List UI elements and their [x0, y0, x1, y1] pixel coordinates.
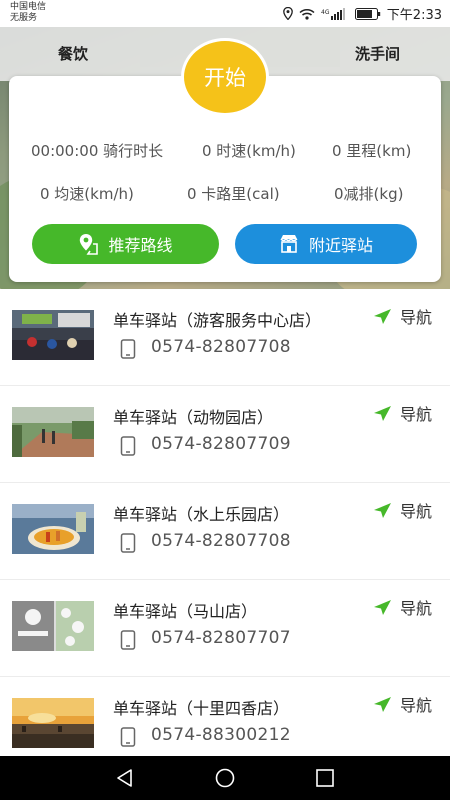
navigation-arrow-icon: [373, 696, 391, 712]
stat-speed: 0 时速(km/h): [202, 142, 296, 160]
navigation-arrow-icon: [373, 405, 391, 421]
navigate-button[interactable]: 导航: [373, 401, 432, 425]
recent-apps-icon[interactable]: [314, 767, 336, 789]
wifi-icon: [299, 8, 315, 20]
carrier-name: 中国电信: [10, 2, 47, 12]
station-photo-water-park: [12, 504, 94, 554]
home-icon[interactable]: [214, 767, 236, 789]
store-icon: [280, 235, 298, 253]
navigate-button[interactable]: 导航: [373, 595, 432, 619]
navigate-label: 导航: [399, 696, 432, 715]
station-row[interactable]: 单车驿站（动物园店） 0574-82807709 导航: [0, 386, 450, 483]
start-ride-button[interactable]: 开始: [181, 38, 269, 116]
station-list[interactable]: 单车驿站（游客服务中心店） 0574-82807708 导航 单车驿站（动物园店…: [0, 289, 450, 756]
station-phone[interactable]: 0574-88300212: [151, 725, 291, 745]
status-bar: 中国电信 无服务 4G 下午2:33: [0, 0, 450, 27]
station-name: 单车驿站（马山店）: [113, 602, 258, 621]
station-photo-mashan: [12, 601, 94, 651]
battery-icon: [354, 7, 380, 20]
filter-dining[interactable]: 餐饮: [58, 43, 88, 64]
stat-ride-duration: 00:00:00 骑行时长: [31, 142, 164, 160]
recommend-route-button[interactable]: 推荐路线: [32, 224, 219, 264]
navigation-arrow-icon: [373, 308, 391, 324]
navigate-label: 导航: [399, 599, 432, 618]
clock: 下午2:33: [386, 8, 442, 23]
navigate-label: 导航: [399, 405, 432, 424]
station-photo-zoo: [12, 407, 94, 457]
navigation-arrow-icon: [373, 502, 391, 518]
navigate-label: 导航: [399, 502, 432, 521]
carrier-info: 中国电信 无服务: [10, 2, 46, 24]
navigate-button[interactable]: 导航: [373, 498, 432, 522]
station-phone[interactable]: 0574-82807708: [151, 337, 291, 357]
service-status: 无服务: [10, 13, 38, 23]
phone-icon: [120, 630, 136, 650]
stat-emission: 0减排(kg): [334, 185, 404, 203]
navigate-button[interactable]: 导航: [373, 692, 432, 716]
stat-calories: 0 卡路里(cal): [187, 185, 280, 203]
station-row[interactable]: 单车驿站（马山店） 0574-82807707 导航: [0, 580, 450, 677]
system-navigation-bar: [0, 756, 450, 800]
station-row[interactable]: 单车驿站（水上乐园店） 0574-82807708 导航: [0, 483, 450, 580]
filter-restroom[interactable]: 洗手间: [355, 43, 400, 64]
station-phone[interactable]: 0574-82807708: [151, 531, 291, 551]
station-phone[interactable]: 0574-82807709: [151, 434, 291, 454]
stat-avg-speed: 0 均速(km/h): [40, 185, 134, 203]
network-badge: 4G: [321, 9, 330, 16]
station-row[interactable]: 单车驿站（十里四香店） 0574-88300212 导航: [0, 677, 450, 756]
station-phone[interactable]: 0574-82807707: [151, 628, 291, 648]
station-name: 单车驿站（动物园店）: [113, 408, 274, 427]
phone-icon: [120, 727, 136, 747]
signal-icon: 4G: [321, 7, 345, 20]
back-icon[interactable]: [114, 767, 136, 789]
location-icon: [282, 7, 293, 20]
nearby-station-button[interactable]: 附近驿站: [235, 224, 417, 264]
station-name: 单车驿站（游客服务中心店）: [113, 311, 322, 330]
status-icons: 4G 下午2:33: [282, 4, 442, 23]
phone-icon: [120, 436, 136, 456]
navigate-button[interactable]: 导航: [373, 304, 432, 328]
nearby-station-label: 附近驿站: [308, 236, 373, 255]
phone-icon: [120, 339, 136, 359]
station-photo-shili: [12, 698, 94, 748]
navigation-arrow-icon: [373, 599, 391, 615]
station-row[interactable]: 单车驿站（游客服务中心店） 0574-82807708 导航: [0, 289, 450, 386]
map-pin-icon: [80, 234, 99, 255]
station-name: 单车驿站（水上乐园店）: [113, 505, 290, 524]
navigate-label: 导航: [399, 308, 432, 327]
stat-distance: 0 里程(km): [332, 142, 412, 160]
phone-icon: [120, 533, 136, 553]
station-name: 单车驿站（十里四香店）: [113, 699, 290, 718]
recommend-route-label: 推荐路线: [108, 236, 173, 255]
station-photo-visitor-center: [12, 310, 94, 360]
